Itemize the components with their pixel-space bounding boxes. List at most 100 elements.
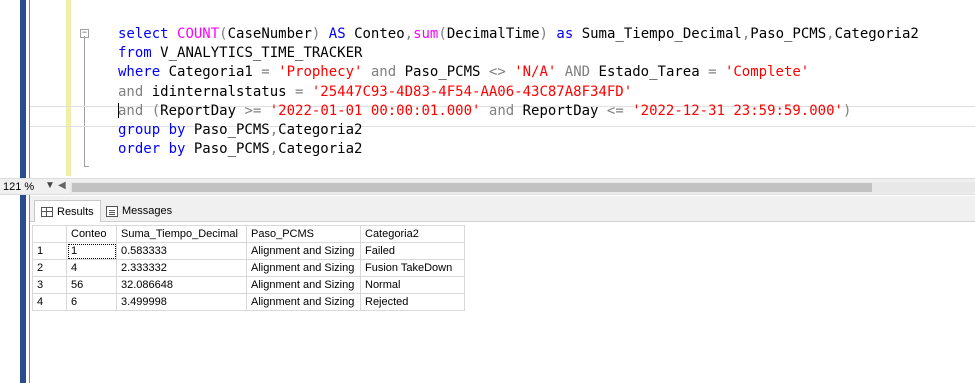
column-header[interactable]: Categoria2 <box>360 225 465 243</box>
table-cell[interactable]: Alignment and Sizing <box>246 259 361 277</box>
row-number[interactable]: 4 <box>32 293 67 311</box>
code-token: ) <box>842 102 852 119</box>
code-token: '2022-12-31 23:59:59.000' <box>632 102 843 119</box>
table-cell[interactable]: 0.583333 <box>116 242 247 260</box>
code-token: and <box>118 102 152 119</box>
code-token: = <box>261 64 279 81</box>
outline-end <box>84 166 89 167</box>
grid-icon <box>41 206 53 217</box>
code-token: V_ANALYTICS_TIME_TRACKER <box>160 45 363 62</box>
code-token: select <box>118 26 178 42</box>
zoom-level[interactable]: 121 % <box>3 181 34 193</box>
code-token: sum <box>413 26 439 42</box>
code-token: ReportDay <box>522 102 607 119</box>
table-cell[interactable]: Fusion TakeDown <box>360 259 465 277</box>
outline-line <box>84 36 85 166</box>
table-row[interactable]: 3 56 32.086648 Alignment and Sizing Norm… <box>32 276 465 294</box>
code-token: = <box>295 83 312 100</box>
code-token: idinternalstatus <box>151 83 296 100</box>
table-cell[interactable]: 4 <box>66 259 117 277</box>
code-token: 'N/A' <box>514 64 557 81</box>
code-token: '25447C93-4D83-4F54-AA06-43C87A8F34FD' <box>311 83 633 100</box>
code-token: Paso_PCMS <box>193 141 270 158</box>
code-token: where <box>118 64 169 81</box>
scrollbar-thumb[interactable] <box>72 183 872 192</box>
code-token: Categoria2 <box>278 121 363 138</box>
code-token: , <box>826 26 835 42</box>
code-token: Paso_PCMS <box>404 64 489 81</box>
table-row[interactable]: 2 4 2.333332 Alignment and Sizing Fusion… <box>32 259 465 277</box>
code-token: Paso_PCMS <box>750 26 827 42</box>
code-token: as <box>547 26 582 42</box>
table-row[interactable]: 4 6 3.499998 Alignment and Sizing Reject… <box>32 293 465 311</box>
grid-header-row: Conteo Suma_Tiempo_Decimal Paso_PCMS Cat… <box>32 225 465 243</box>
code-token: ) <box>539 26 548 42</box>
code-line[interactable]: order by Paso_PCMS,Categoria2 <box>118 140 975 159</box>
code-token: ( <box>151 102 161 119</box>
code-token: >= <box>244 102 270 119</box>
table-cell[interactable]: 1 <box>66 242 117 260</box>
scroll-left-icon[interactable]: ◀ <box>58 180 66 191</box>
column-header[interactable]: Conteo <box>66 225 117 243</box>
table-cell[interactable]: Normal <box>360 276 465 294</box>
column-header[interactable]: Paso_PCMS <box>246 225 361 243</box>
results-tabs: Results Messages <box>30 196 975 222</box>
table-cell[interactable]: 2.333332 <box>116 259 247 277</box>
code-token: = <box>708 64 725 81</box>
row-number[interactable]: 1 <box>32 242 67 260</box>
table-cell[interactable]: Alignment and Sizing <box>246 293 361 311</box>
code-token: Paso_PCMS <box>193 121 270 138</box>
table-cell[interactable]: Rejected <box>360 293 465 311</box>
code-token: 'Prophecy' <box>278 64 363 81</box>
tab-results-label: Results <box>57 205 94 218</box>
code-token: ( <box>219 26 228 42</box>
code-token: group by <box>118 121 194 138</box>
code-token: ( <box>438 26 447 42</box>
code-line[interactable]: group by Paso_PCMS,Categoria2 <box>118 121 975 140</box>
code-token: order by <box>118 141 194 158</box>
code-token: Categoria1 <box>168 64 262 81</box>
code-token: Suma_Tiempo_Decimal <box>581 26 742 42</box>
table-cell[interactable]: 56 <box>66 276 117 294</box>
tab-messages[interactable]: Messages <box>100 200 178 222</box>
code-token: '2022-01-01 00:00:01.000' <box>269 102 481 119</box>
table-cell[interactable]: Alignment and Sizing <box>246 242 361 260</box>
code-token: , <box>269 121 279 138</box>
sql-editor[interactable]: select COUNT(CaseNumber) AS Conteo,sum(D… <box>118 25 975 159</box>
code-line[interactable]: and idinternalstatus = '25447C93-4D83-4F… <box>118 83 975 102</box>
editor-status-bar: 121 % ▼ ◀ <box>0 178 975 195</box>
table-cell[interactable]: Failed <box>360 242 465 260</box>
results-panel: Results Messages Conteo Suma_Tiempo_Deci… <box>30 196 975 383</box>
code-token: <> <box>488 64 515 81</box>
table-cell[interactable]: Alignment and Sizing <box>246 276 361 294</box>
table-cell[interactable]: 3.499998 <box>116 293 247 311</box>
results-grid[interactable]: Conteo Suma_Tiempo_Decimal Paso_PCMS Cat… <box>32 225 465 311</box>
tab-results[interactable]: Results <box>34 200 101 222</box>
row-number[interactable]: 3 <box>32 276 67 294</box>
code-line[interactable]: select COUNT(CaseNumber) AS Conteo,sum(D… <box>118 25 975 44</box>
table-row[interactable]: 1 1 0.583333 Alignment and Sizing Failed <box>32 242 465 260</box>
code-line[interactable]: from V_ANALYTICS_TIME_TRACKER <box>118 44 975 63</box>
code-token: ReportDay <box>160 102 245 119</box>
code-token: COUNT <box>177 26 220 42</box>
code-line[interactable]: and (ReportDay >= '2022-01-01 00:00:01.0… <box>118 102 975 121</box>
code-token: <= <box>606 102 633 119</box>
column-header[interactable]: Suma_Tiempo_Decimal <box>116 225 247 243</box>
code-token: AS <box>320 26 355 42</box>
table-cell[interactable]: 6 <box>66 293 117 311</box>
code-token: 'Complete' <box>724 64 810 81</box>
code-token: Conteo <box>354 26 405 42</box>
code-token: Categoria2 <box>278 141 363 158</box>
zoom-dropdown-icon[interactable]: ▼ <box>45 180 55 191</box>
code-token: and <box>362 64 405 81</box>
code-token: Estado_Tarea <box>598 64 709 81</box>
row-header-corner[interactable] <box>32 225 67 243</box>
code-line[interactable]: where Categoria1 = 'Prophecy' and Paso_P… <box>118 63 975 82</box>
tab-messages-label: Messages <box>122 205 173 217</box>
row-number[interactable]: 2 <box>32 259 67 277</box>
code-token: DecimalTime <box>446 26 540 42</box>
code-token: from <box>118 45 161 62</box>
code-token: Categoria2 <box>834 26 919 42</box>
table-cell[interactable]: 32.086648 <box>116 276 247 294</box>
code-token: , <box>269 141 279 158</box>
